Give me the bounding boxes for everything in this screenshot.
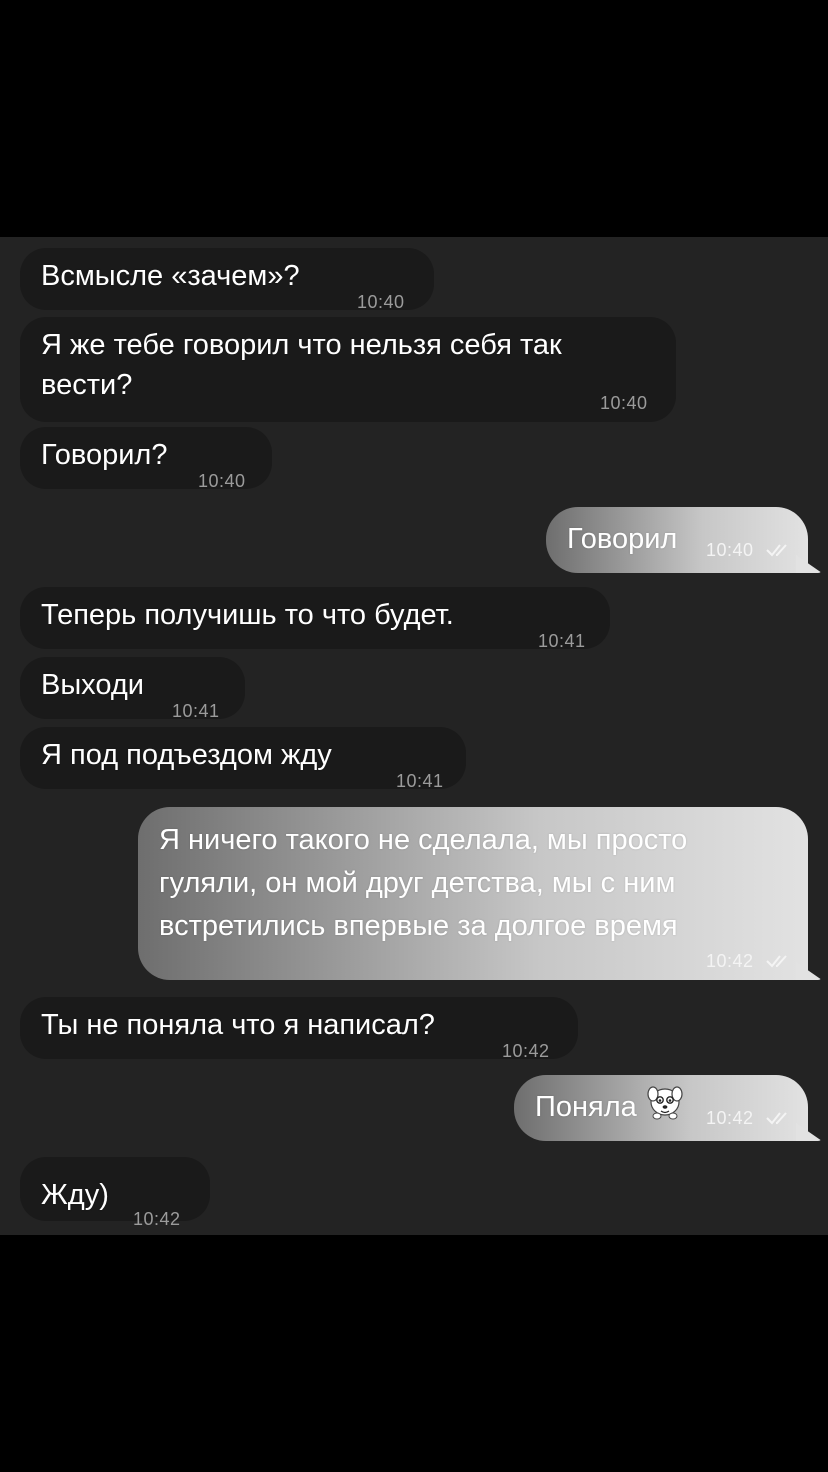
- message-text: Я же тебе говорил что нельзя себя так ве…: [41, 329, 562, 401]
- double-check-icon: [766, 1112, 787, 1125]
- message-time: 10:41: [396, 771, 444, 791]
- message-text: Жду): [41, 1179, 109, 1211]
- message-time: 10:42: [133, 1209, 181, 1229]
- incoming-message[interactable]: Ты не поняла что я написал? 10:42: [20, 997, 578, 1061]
- incoming-message[interactable]: Говорил? 10:40: [20, 427, 272, 491]
- message-text: Ты не поняла что я написал?: [41, 1009, 435, 1041]
- message-text: Всмысле «зачем»?: [41, 260, 300, 292]
- message-time: 10:40: [600, 393, 648, 413]
- message-time: 10:40: [357, 292, 405, 312]
- message-time: 10:41: [538, 631, 586, 651]
- incoming-message[interactable]: Я же тебе говорил что нельзя себя так ве…: [20, 317, 676, 422]
- double-check-icon: [766, 544, 787, 557]
- message-time: 10:41: [172, 701, 220, 721]
- message-text: Я под подъездом жду: [41, 739, 332, 771]
- message-text: Говорил?: [41, 439, 168, 471]
- incoming-message[interactable]: Всмысле «зачем»? 10:40: [20, 248, 434, 312]
- incoming-message[interactable]: Я под подъездом жду 10:41: [20, 727, 466, 791]
- message-time: 10:40: [706, 540, 754, 560]
- double-check-icon: [766, 955, 787, 968]
- message-time: 10:42: [706, 1108, 754, 1128]
- message-text: Выходи: [41, 669, 144, 701]
- puppy-sticker-icon: [647, 1086, 683, 1120]
- outgoing-message[interactable]: Говорил 10:40: [546, 507, 822, 573]
- message-time: 10:42: [706, 951, 754, 971]
- chat-area[interactable]: Всмысле «зачем»? 10:40 Я же тебе говорил…: [0, 237, 828, 1235]
- message-content: Поняла: [535, 1086, 683, 1128]
- message-time: 10:42: [502, 1041, 550, 1061]
- message-text: Говорил: [567, 523, 678, 555]
- message-time: 10:40: [198, 471, 246, 491]
- outgoing-message[interactable]: Поняла 10:42: [514, 1075, 822, 1141]
- incoming-message[interactable]: Теперь получишь то что будет. 10:41: [20, 587, 610, 651]
- incoming-message[interactable]: Выходи 10:41: [20, 657, 245, 721]
- message-text: Поняла: [535, 1091, 637, 1123]
- outgoing-message[interactable]: Я ничего такого не сделала, мы просто гу…: [138, 807, 822, 980]
- message-text: Я ничего такого не сделала, мы просто гу…: [159, 824, 688, 942]
- message-text: Теперь получишь то что будет.: [41, 599, 454, 631]
- incoming-message[interactable]: Жду) 10:42: [20, 1157, 210, 1229]
